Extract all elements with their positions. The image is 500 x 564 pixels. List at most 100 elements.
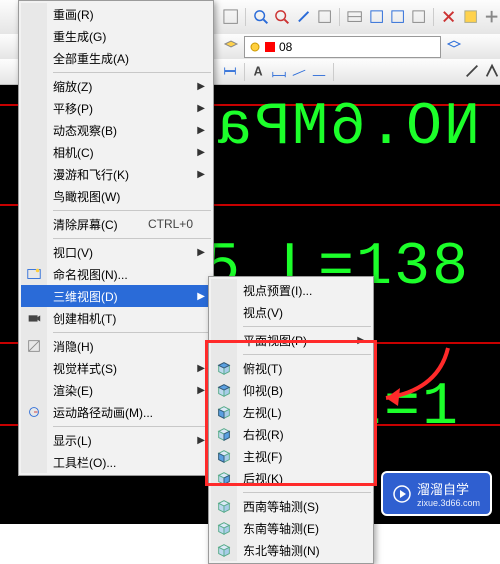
- tool-icon[interactable]: [368, 8, 385, 26]
- svg-text:A: A: [254, 64, 263, 78]
- tool-icon[interactable]: [346, 8, 363, 26]
- tool-icon[interactable]: [483, 8, 500, 26]
- submenu-arrow-icon: ▶: [197, 385, 205, 396]
- menu1-item[interactable]: 显示(L) ▶: [21, 429, 211, 451]
- blank-icon: [21, 25, 47, 47]
- menu1-item[interactable]: 鸟瞰视图(W): [21, 185, 211, 207]
- menu-item-label: 鸟瞰视图(W): [53, 188, 193, 205]
- zoom-icon[interactable]: [252, 8, 269, 26]
- tool-icon[interactable]: [440, 8, 457, 26]
- tool-icon[interactable]: [222, 8, 239, 26]
- front-icon: [211, 445, 237, 467]
- tool-icon[interactable]: [316, 8, 333, 26]
- menu1-item[interactable]: 漫游和飞行(K) ▶: [21, 163, 211, 185]
- menu1-item[interactable]: 视口(V)▶: [21, 241, 211, 263]
- blank-icon: [21, 163, 47, 185]
- menu-item-label: 西南等轴测(S): [243, 498, 353, 515]
- menu1-item[interactable]: 重画(R): [21, 3, 211, 25]
- submenu-arrow-icon: ▶: [197, 247, 205, 258]
- menu1-item[interactable]: 相机(C) ▶: [21, 141, 211, 163]
- menu-item-label: 重画(R): [53, 6, 193, 23]
- tool-icon[interactable]: [295, 8, 312, 26]
- layer-combo[interactable]: 08: [244, 36, 441, 58]
- motion-icon: [21, 401, 47, 423]
- blank-icon: [21, 451, 47, 473]
- submenu-arrow-icon: ▶: [357, 335, 365, 346]
- layer-name: 08: [279, 40, 292, 54]
- menu2-item[interactable]: 视点(V): [211, 301, 371, 323]
- submenu-arrow-icon: ▶: [197, 81, 205, 92]
- menu1-item[interactable]: 工具栏(O)...: [21, 451, 211, 473]
- blank-icon: [211, 279, 237, 301]
- menu1-item[interactable]: 缩放(Z)▶: [21, 75, 211, 97]
- blank-icon: [21, 3, 47, 25]
- menu1-item[interactable]: 动态观察(B)▶: [21, 119, 211, 141]
- menu2-item[interactable]: 东南等轴测(E): [211, 517, 371, 539]
- menu-item-label: 显示(L): [53, 432, 193, 449]
- menu-item-label: 视点预置(I)...: [243, 282, 353, 299]
- submenu-arrow-icon: ▶: [197, 169, 205, 180]
- layer-icon[interactable]: [222, 38, 240, 56]
- menu-item-label: 主视(F): [243, 448, 353, 465]
- menu1-item[interactable]: 命名视图(N)...: [21, 263, 211, 285]
- menu-item-label: 渲染(E): [53, 382, 193, 399]
- blank-icon: [21, 75, 47, 97]
- menu2-item[interactable]: 仰视(B): [211, 379, 371, 401]
- camera-icon: [21, 307, 47, 329]
- menu2-item[interactable]: 俯视(T): [211, 357, 371, 379]
- menu-item-label: 全部重生成(A): [53, 50, 193, 67]
- menu2-item[interactable]: 右视(R): [211, 423, 371, 445]
- text-icon[interactable]: A: [251, 63, 267, 81]
- dimension-icon[interactable]: [222, 63, 238, 81]
- tool-icon[interactable]: [410, 8, 427, 26]
- menu2-item[interactable]: 后视(K): [211, 467, 371, 489]
- menu-item-label: 相机(C): [53, 144, 193, 161]
- sw-icon: [211, 495, 237, 517]
- watermark: 溜溜自学 zixue.3d66.com: [381, 471, 492, 516]
- menu-item-label: 消隐(H): [53, 338, 193, 355]
- submenu-arrow-icon: ▶: [197, 147, 205, 158]
- menu2-item[interactable]: 西南等轴测(S): [211, 495, 371, 517]
- back-icon: [211, 467, 237, 489]
- menu2-item[interactable]: 主视(F): [211, 445, 371, 467]
- submenu-arrow-icon: ▶: [197, 435, 205, 446]
- dimension-icon[interactable]: [271, 63, 287, 81]
- menu1-item[interactable]: 三维视图(D)▶: [21, 285, 211, 307]
- tool-icon[interactable]: [462, 8, 479, 26]
- tool-icon[interactable]: [464, 63, 480, 81]
- menu1-item[interactable]: 平移(P)▶: [21, 97, 211, 119]
- menu-item-label: 创建相机(T): [53, 310, 193, 327]
- tool-icon[interactable]: [445, 38, 463, 56]
- menu-item-label: 漫游和飞行(K): [53, 166, 193, 183]
- menu1-item[interactable]: 消隐(H): [21, 335, 211, 357]
- menu1-item[interactable]: 视觉样式(S)▶: [21, 357, 211, 379]
- menu-item-label: 左视(L): [243, 404, 353, 421]
- menu-item-label: 右视(R): [243, 426, 353, 443]
- dimension-icon[interactable]: [311, 63, 327, 81]
- zoom-extents-icon[interactable]: [273, 8, 290, 26]
- blank-icon: [21, 213, 47, 235]
- menu-item-label: 三维视图(D): [53, 288, 193, 305]
- dimension-icon[interactable]: [291, 63, 307, 81]
- menu2-item[interactable]: 左视(L): [211, 401, 371, 423]
- menu-item-label: 命名视图(N)...: [53, 266, 193, 283]
- menu-item-label: 东北等轴测(N): [243, 542, 353, 559]
- blank-icon: [21, 379, 47, 401]
- menu1-item[interactable]: 清除屏幕(C)CTRL+0: [21, 213, 211, 235]
- menu2-item[interactable]: 东北等轴测(N): [211, 539, 371, 561]
- named-view-icon: [21, 263, 47, 285]
- blank-icon: [211, 329, 237, 351]
- menu1-item[interactable]: 全部重生成(A): [21, 47, 211, 69]
- play-icon: [393, 485, 411, 503]
- menu2-item[interactable]: 视点预置(I)...: [211, 279, 371, 301]
- menu-item-label: 俯视(T): [243, 360, 353, 377]
- menu1-item[interactable]: 运动路径动画(M)...: [21, 401, 211, 423]
- menu1-item[interactable]: 渲染(E) ▶: [21, 379, 211, 401]
- watermark-brand: 溜溜自学: [417, 482, 469, 497]
- tool-icon[interactable]: [484, 63, 500, 81]
- watermark-url: zixue.3d66.com: [417, 498, 480, 508]
- menu1-item[interactable]: 创建相机(T): [21, 307, 211, 329]
- tool-icon[interactable]: [389, 8, 406, 26]
- menu1-item[interactable]: 重生成(G): [21, 25, 211, 47]
- menu2-item[interactable]: 平面视图(P)▶: [211, 329, 371, 351]
